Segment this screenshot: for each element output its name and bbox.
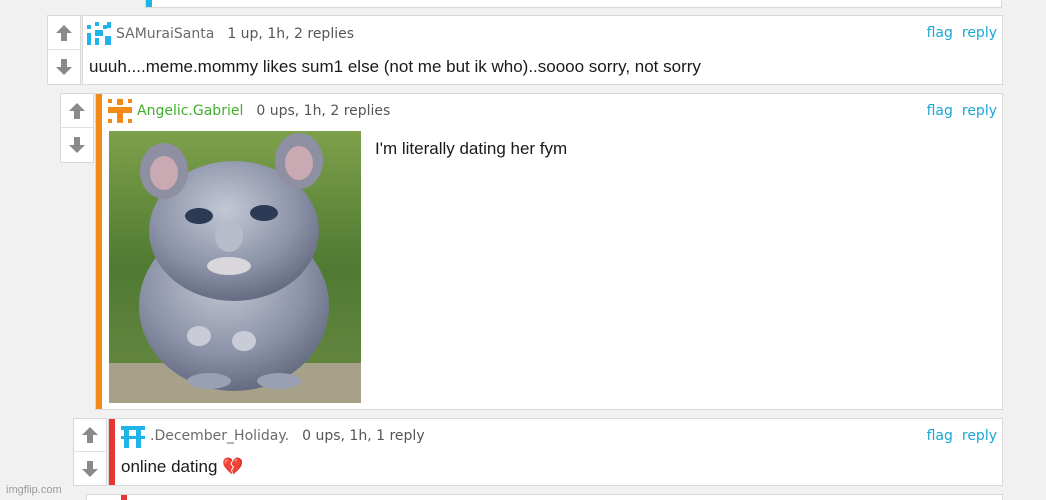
arrow-up-icon (56, 24, 72, 41)
user-avatar-icon[interactable] (120, 423, 146, 449)
username-link[interactable]: .December_Holiday. (150, 428, 289, 444)
comment-body: SAMuraiSanta 1 up, 1h, 2 replies flag re… (82, 15, 1003, 85)
username-link[interactable]: Angelic.Gabriel (137, 103, 243, 119)
arrow-up-icon (69, 102, 85, 119)
previous-comment-edge (145, 0, 1002, 8)
comment-meta: 1 up, 1h, 2 replies (227, 26, 355, 42)
arrow-down-icon (82, 460, 98, 477)
username-link[interactable]: SAMuraiSanta (116, 26, 214, 42)
chinchilla-photo[interactable] (109, 131, 361, 403)
reply-link[interactable]: reply (962, 428, 997, 444)
reply-link[interactable]: reply (962, 103, 997, 119)
comment-meta: 0 ups, 1h, 2 replies (256, 103, 391, 119)
arrow-down-icon (69, 137, 85, 153)
vote-column (47, 15, 81, 85)
comment-stripe (121, 495, 127, 500)
comment-december-holiday: .December_Holiday. 0 ups, 1h, 1 reply fl… (73, 418, 1003, 486)
user-avatar-icon[interactable] (86, 21, 112, 47)
upvote-button[interactable] (48, 16, 80, 50)
upvote-button[interactable] (61, 94, 93, 128)
arrow-down-icon (56, 59, 72, 75)
downvote-button[interactable] (61, 128, 93, 162)
flag-link[interactable]: flag (927, 428, 953, 444)
upvote-button[interactable] (74, 419, 106, 452)
comment-stripe (96, 94, 102, 409)
vote-column (73, 418, 107, 486)
comment-text: I'm literally dating her fym (375, 139, 568, 158)
downvote-button[interactable] (48, 50, 80, 84)
comment-text: online dating 💔 (121, 457, 244, 476)
comment-meta: 0 ups, 1h, 1 reply (302, 428, 425, 444)
vote-column (60, 93, 94, 163)
comment-stripe (146, 0, 152, 7)
reply-link[interactable]: reply (962, 25, 997, 41)
imgflip-watermark: imgflip.com (6, 484, 62, 496)
arrow-up-icon (82, 427, 98, 443)
downvote-button[interactable] (74, 452, 106, 485)
comment-text: uuuh....meme.mommy likes sum1 else (not … (89, 57, 701, 76)
comment-body: .December_Holiday. 0 ups, 1h, 1 reply fl… (108, 418, 1003, 486)
flag-link[interactable]: flag (927, 25, 953, 41)
comment-samuraisanta: SAMuraiSanta 1 up, 1h, 2 replies flag re… (47, 15, 1003, 85)
user-avatar-icon[interactable] (107, 98, 133, 124)
next-comment-edge (86, 494, 1003, 500)
comment-body: Angelic.Gabriel 0 ups, 1h, 2 replies fla… (95, 93, 1003, 410)
flag-link[interactable]: flag (927, 103, 953, 119)
comment-angelic-gabriel: Angelic.Gabriel 0 ups, 1h, 2 replies fla… (60, 93, 1003, 410)
comment-stripe (109, 419, 115, 485)
